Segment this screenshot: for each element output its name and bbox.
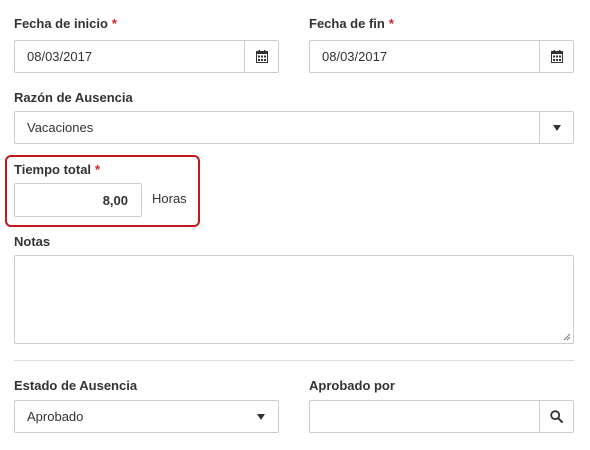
absence-status-label: Estado de Ausencia — [14, 378, 138, 393]
absence-status-value[interactable]: Aprobado — [15, 409, 244, 424]
start-date-value[interactable]: 08/03/2017 — [15, 49, 244, 64]
section-divider — [14, 360, 574, 361]
total-time-unit: Horas — [152, 191, 187, 206]
end-date-field[interactable]: 08/03/2017 — [309, 40, 574, 73]
calendar-icon[interactable] — [244, 41, 278, 72]
caret-down-icon[interactable] — [539, 112, 573, 143]
caret-down-icon[interactable] — [244, 413, 278, 420]
end-date-label: Fecha de fin * — [309, 16, 394, 31]
end-date-value[interactable]: 08/03/2017 — [310, 49, 539, 64]
start-date-label: Fecha de inicio * — [14, 16, 117, 31]
search-icon[interactable] — [539, 401, 573, 432]
approved-by-field[interactable] — [309, 400, 574, 433]
required-asterisk: * — [95, 162, 101, 177]
total-time-value[interactable]: 8,00 — [103, 193, 141, 208]
calendar-icon[interactable] — [539, 41, 573, 72]
approved-by-label: Aprobado por — [309, 378, 395, 393]
notes-textarea[interactable] — [14, 255, 574, 344]
required-asterisk: * — [111, 16, 117, 31]
resize-grip-icon[interactable] — [563, 333, 571, 341]
absence-status-select[interactable]: Aprobado — [14, 400, 279, 433]
absence-reason-select[interactable]: Vacaciones — [14, 111, 574, 144]
absence-reason-value[interactable]: Vacaciones — [15, 120, 539, 135]
total-time-input[interactable]: 8,00 — [14, 183, 142, 217]
notes-label: Notas — [14, 234, 51, 249]
start-date-field[interactable]: 08/03/2017 — [14, 40, 279, 73]
total-time-label: Tiempo total * — [14, 162, 101, 177]
required-asterisk: * — [388, 16, 394, 31]
absence-reason-label: Razón de Ausencia — [14, 90, 133, 105]
